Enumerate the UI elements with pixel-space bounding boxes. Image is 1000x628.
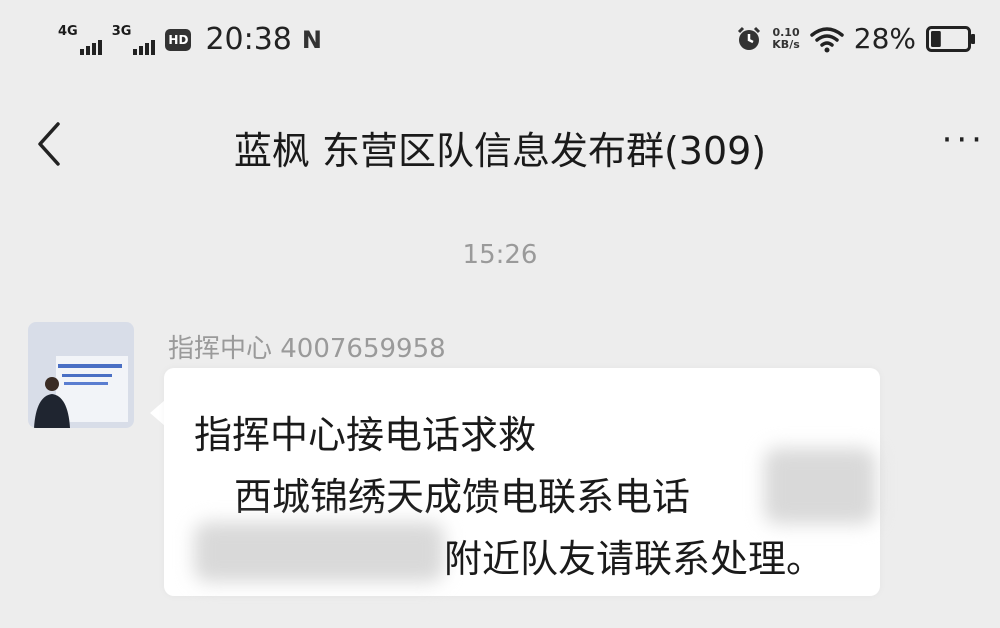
avatar[interactable] bbox=[28, 322, 134, 428]
status-bar: 4G 3G HD 20:38 N 0.10 KB/s 28% bbox=[0, 0, 1000, 80]
status-left: 4G 3G HD 20:38 N bbox=[58, 22, 322, 57]
battery-icon bbox=[926, 25, 975, 52]
alarm-icon bbox=[738, 26, 761, 50]
nfc-icon: N bbox=[301, 25, 322, 54]
avatar-image bbox=[28, 322, 134, 428]
battery-percent: 28% bbox=[853, 22, 916, 55]
signal-bars-2 bbox=[133, 39, 156, 55]
chat-title: 蓝枫 东营区队信息发布群(309) bbox=[233, 129, 767, 173]
status-time: 20:38 bbox=[205, 22, 292, 57]
message-bubble[interactable]: 指挥中心接电话求救 西城锦绣天成馈电联系电话 附近队友请联系处理。 bbox=[164, 368, 880, 596]
hd-icon: HD bbox=[165, 28, 192, 51]
chat-header: 蓝枫 东营区队信息发布群(309) ··· bbox=[0, 90, 1000, 200]
sender-name: 指挥中心 4007659958 bbox=[168, 334, 446, 364]
network-speed: 0.10 KB/s bbox=[772, 25, 800, 51]
redacted-phone-part-1 bbox=[764, 448, 876, 524]
message-line-3: 附近队友请联系处理。 bbox=[444, 537, 825, 581]
bubble-tail bbox=[150, 400, 165, 426]
redacted-phone-part-2 bbox=[194, 522, 444, 582]
signal-icon-secondary: 3G bbox=[112, 25, 156, 55]
network-type-label: 4G bbox=[58, 23, 78, 39]
network-type-label-2: 3G bbox=[111, 23, 132, 39]
signal-bars bbox=[79, 39, 102, 55]
status-right: 0.10 KB/s 28% bbox=[736, 22, 976, 55]
battery-level-fill bbox=[931, 30, 941, 47]
more-options-icon[interactable]: ··· bbox=[942, 123, 986, 157]
message-timestamp: 15:26 bbox=[462, 240, 538, 270]
wifi-icon bbox=[810, 26, 844, 52]
signal-icon: 4G bbox=[58, 25, 102, 55]
message-line-2: 西城锦绣天成馈电联系电话 bbox=[234, 475, 691, 519]
message-line-1: 指挥中心接电话求救 bbox=[194, 413, 537, 457]
network-speed-unit: KB/s bbox=[772, 37, 800, 51]
network-speed-value: 0.10 bbox=[772, 25, 800, 39]
